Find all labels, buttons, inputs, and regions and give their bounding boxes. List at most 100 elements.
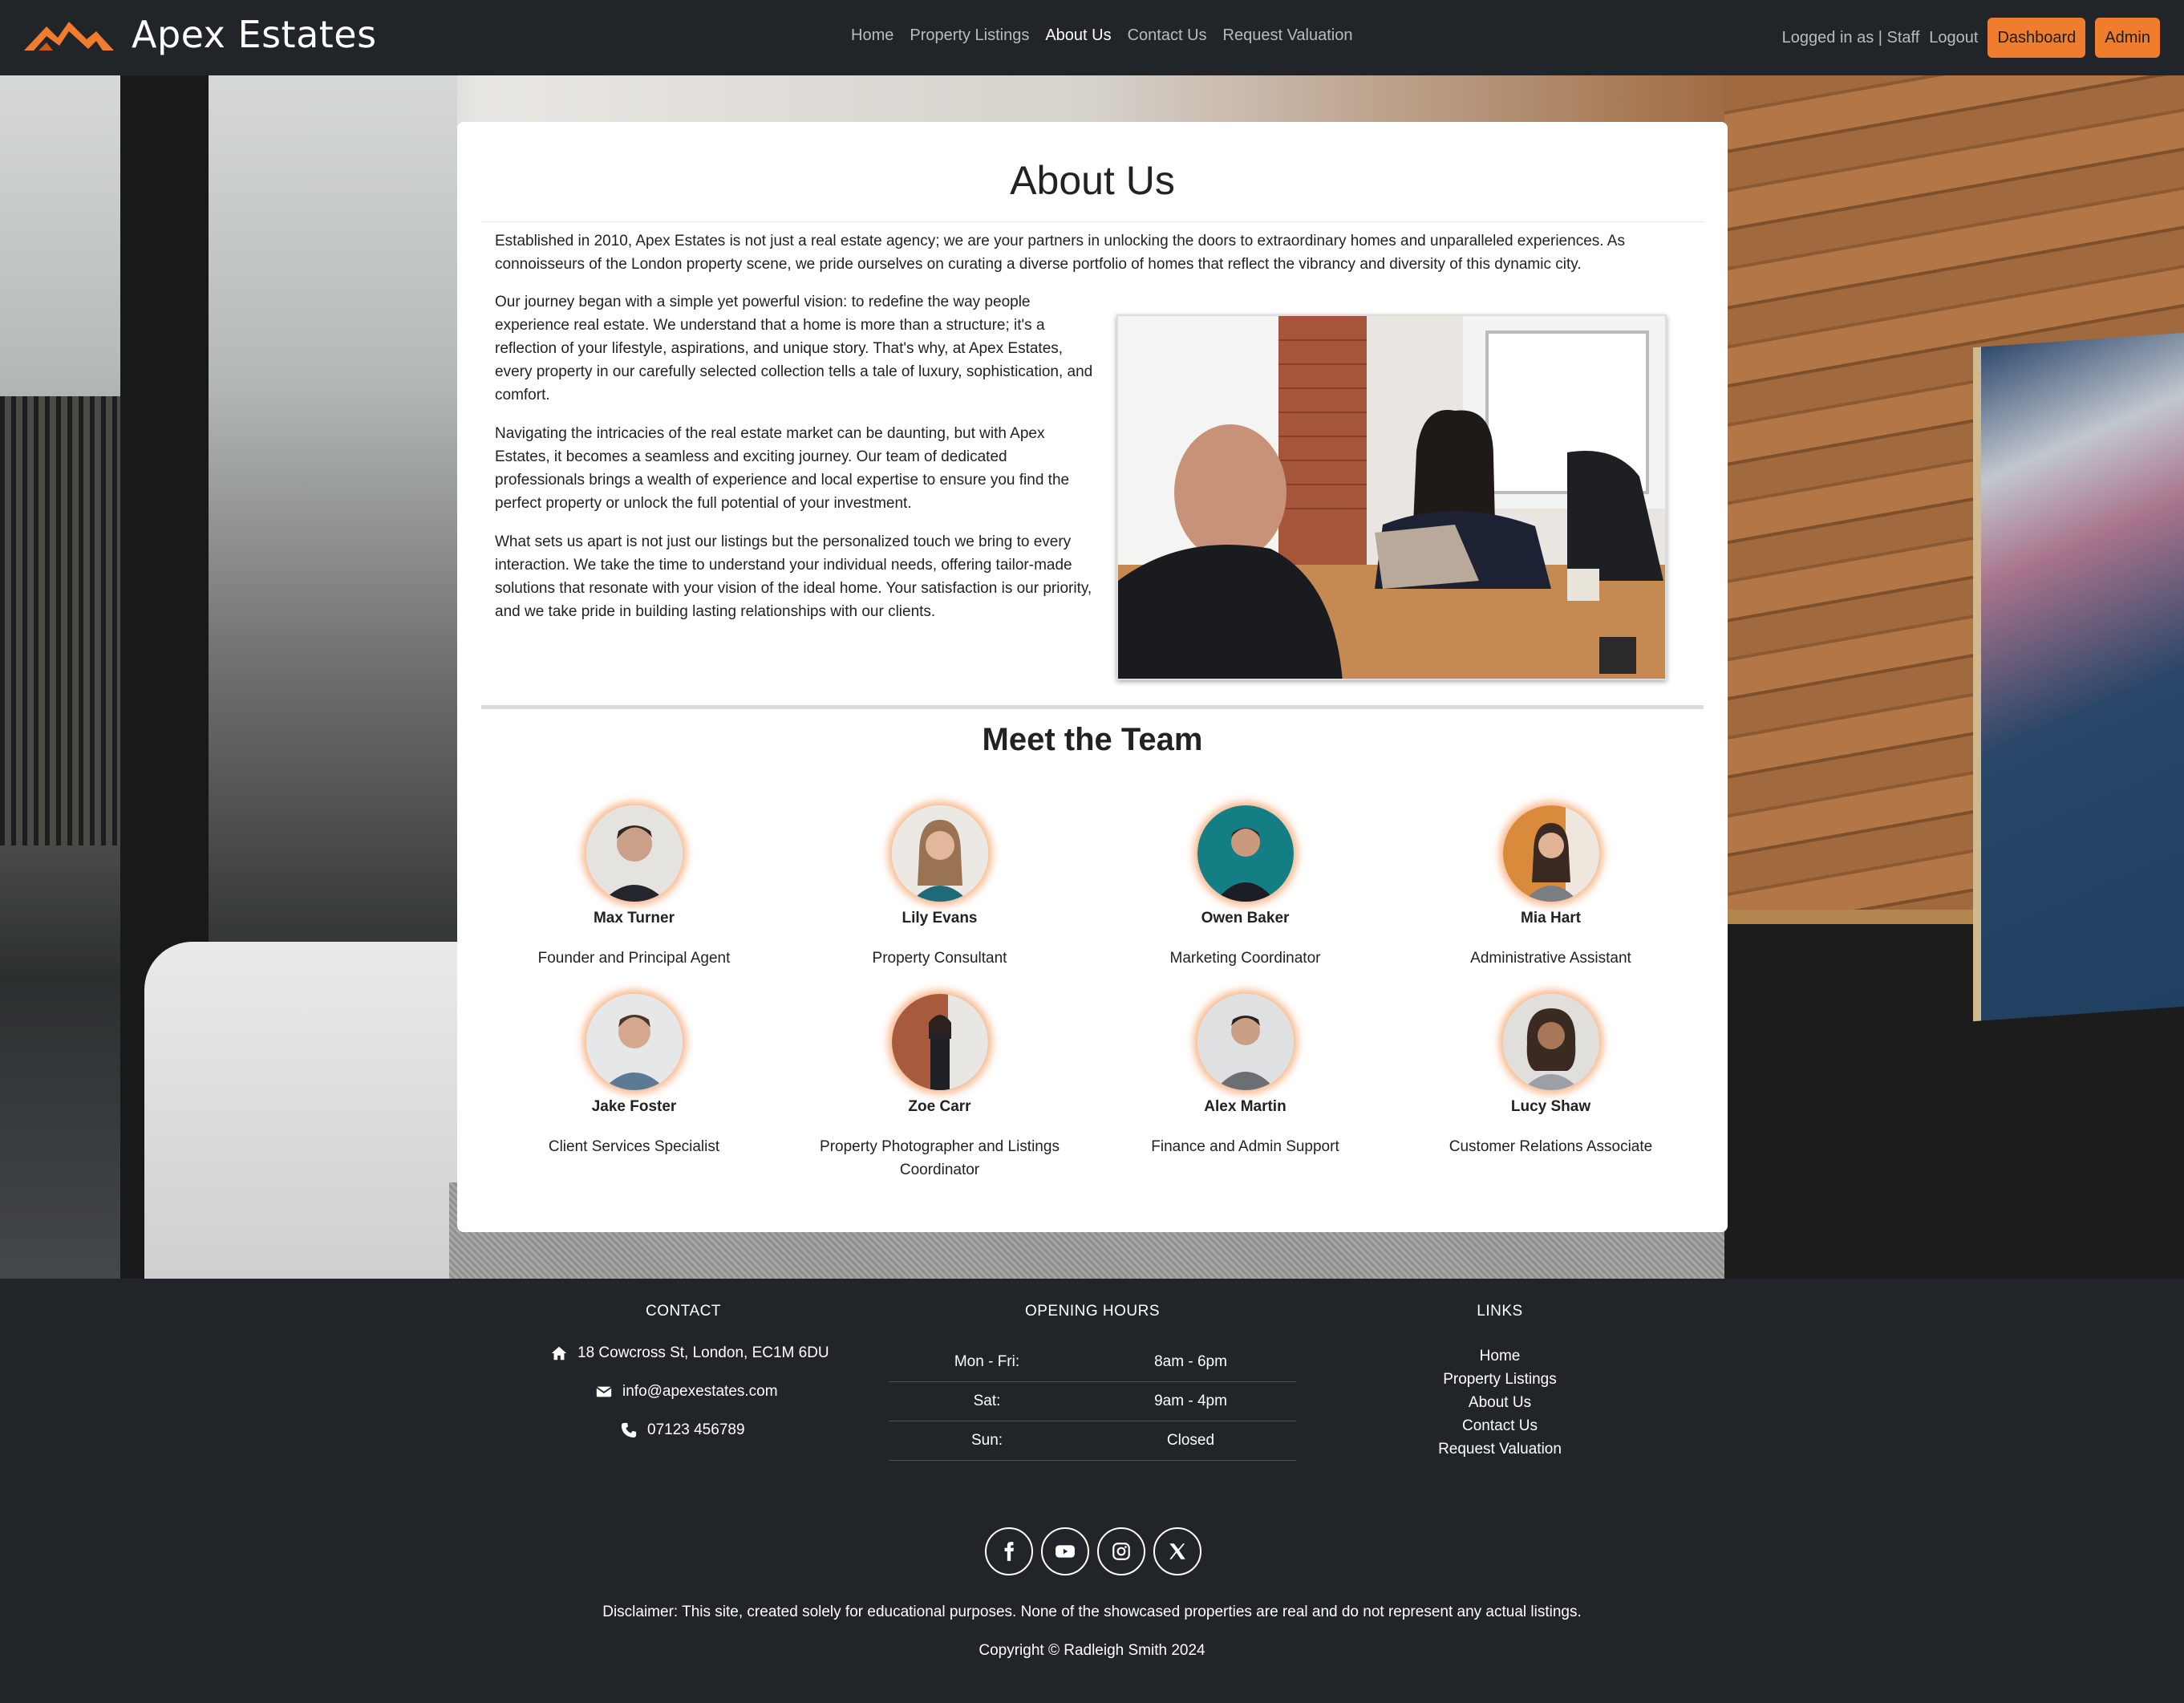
x-icon [1169, 1543, 1185, 1559]
member-name: Lucy Shaw [1510, 1098, 1591, 1115]
footer-links-heading: LINKS [1477, 1303, 1523, 1320]
member-role: Marketing Coordinator [1169, 950, 1321, 967]
footer-link-home[interactable]: Home [1339, 1344, 1660, 1368]
facebook-icon [1004, 1542, 1014, 1561]
team-avatar [1197, 994, 1294, 1090]
nav-about-us[interactable]: About Us [1045, 26, 1111, 45]
about-paragraph-1: Our journey began with a simple yet powe… [495, 294, 1093, 403]
footer-link-request-valuation[interactable]: Request Valuation [1339, 1437, 1660, 1461]
page-title: About Us [1010, 158, 1175, 203]
member-role: Administrative Assistant [1470, 950, 1631, 967]
footer-contact-heading: CONTACT [646, 1303, 721, 1320]
user-area: Logged in as | Staff Logout Dashboard Ad… [1782, 18, 2160, 58]
office-meeting-photo [1116, 314, 1667, 680]
hours-time: 9am - 4pm [1154, 1393, 1227, 1409]
phone-text: 07123 456789 [647, 1421, 745, 1438]
team-member-card: Mia Hart Administrative Assistant [1398, 805, 1704, 994]
team-grid: Max Turner Founder and Principal Agent L… [481, 805, 1704, 1182]
member-role: Property Photographer and Listings Coord… [820, 1138, 1060, 1178]
team-avatar [586, 994, 683, 1090]
nav-property-listings[interactable]: Property Listings [910, 26, 1029, 45]
bg-artwork [1973, 332, 2184, 1022]
home-icon [551, 1346, 567, 1360]
team-member-card: Lily Evans Property Consultant [787, 805, 1092, 994]
hours-row: Mon - Fri: 8am - 6pm [889, 1343, 1296, 1382]
footer-link-property-listings[interactable]: Property Listings [1339, 1368, 1660, 1391]
team-avatar [891, 805, 988, 902]
hours-day: Sat: [973, 1393, 1001, 1409]
member-name: Max Turner [593, 910, 675, 927]
logged-in-status: Logged in as | Staff [1781, 28, 1920, 47]
member-role: Customer Relations Associate [1449, 1138, 1653, 1155]
section-divider [481, 705, 1704, 709]
top-navbar: Apex Estates Home Property Listings Abou… [0, 0, 2184, 75]
divider [481, 221, 1704, 222]
youtube-button[interactable] [1041, 1527, 1089, 1575]
member-name: Owen Baker [1201, 910, 1290, 927]
admin-button[interactable]: Admin [2095, 18, 2160, 58]
x-button[interactable] [1153, 1527, 1201, 1575]
hours-time: Closed [1166, 1432, 1215, 1449]
disclaimer-text: Disclaimer: This site, created solely fo… [602, 1604, 1582, 1620]
footer-hours-heading: OPENING HOURS [1024, 1303, 1161, 1320]
hours-day: Sun: [970, 1432, 1003, 1449]
hours-time: 8am - 6pm [1154, 1353, 1227, 1370]
team-avatar [1502, 805, 1599, 902]
nav-contact-us[interactable]: Contact Us [1128, 26, 1207, 45]
address-text: 18 Cowcross St, London, EC1M 6DU [577, 1344, 829, 1361]
brand-name: Apex Estates [132, 13, 377, 56]
member-name: Jake Foster [591, 1098, 677, 1115]
team-title: Meet the Team [982, 722, 1203, 757]
member-role: Finance and Admin Support [1151, 1138, 1339, 1155]
member-name: Alex Martin [1204, 1098, 1286, 1115]
about-paragraph-2: Navigating the intricacies of the real e… [495, 425, 1070, 512]
site-footer: CONTACT 18 Cowcross St, London, EC1M 6DU… [0, 1279, 2184, 1703]
footer-phone[interactable]: 07123 456789 [620, 1421, 745, 1439]
member-name: Lily Evans [902, 910, 978, 927]
member-role: Client Services Specialist [548, 1138, 720, 1155]
footer-email[interactable]: info@apexestates.com [595, 1383, 778, 1401]
intro-paragraph: Established in 2010, Apex Estates is not… [495, 233, 1625, 273]
footer-address: 18 Cowcross St, London, EC1M 6DU [550, 1344, 829, 1362]
team-member-card: Jake Foster Client Services Specialist [481, 994, 787, 1182]
member-name: Zoe Carr [908, 1098, 971, 1115]
instagram-button[interactable] [1097, 1527, 1145, 1575]
nav-request-valuation[interactable]: Request Valuation [1223, 26, 1353, 45]
phone-icon [621, 1422, 637, 1438]
member-role: Founder and Principal Agent [537, 950, 731, 967]
facebook-button[interactable] [985, 1527, 1033, 1575]
social-links [985, 1527, 1201, 1575]
about-card: About Us Established in 2010, Apex Estat… [457, 122, 1728, 1232]
bg-slats [0, 396, 120, 845]
team-avatar [891, 994, 988, 1090]
envelope-icon [596, 1386, 612, 1397]
email-text: info@apexestates.com [622, 1383, 778, 1400]
member-name: Mia Hart [1521, 910, 1581, 927]
team-avatar [586, 805, 683, 902]
team-member-card: Max Turner Founder and Principal Agent [481, 805, 787, 994]
footer-link-contact-us[interactable]: Contact Us [1339, 1414, 1660, 1437]
youtube-icon [1056, 1545, 1075, 1558]
dashboard-button[interactable]: Dashboard [1987, 18, 2086, 58]
team-member-card: Zoe Carr Property Photographer and Listi… [787, 994, 1092, 1182]
about-paragraph-3: What sets us apart is not just our listi… [495, 533, 1092, 620]
logout-link[interactable]: Logout [1929, 29, 1978, 47]
instagram-icon [1112, 1543, 1130, 1560]
team-member-card: Owen Baker Marketing Coordinator [1092, 805, 1398, 994]
team-member-card: Alex Martin Finance and Admin Support [1092, 994, 1398, 1182]
member-role: Property Consultant [872, 950, 1007, 967]
mountain-logo-icon [24, 22, 114, 51]
copyright-text: Copyright © Radleigh Smith 2024 [979, 1642, 1205, 1659]
hours-row: Sat: 9am - 4pm [889, 1382, 1296, 1421]
hours-row: Sun: Closed [889, 1421, 1296, 1461]
footer-link-about-us[interactable]: About Us [1339, 1391, 1660, 1414]
team-avatar [1502, 994, 1599, 1090]
team-avatar [1197, 805, 1294, 902]
brand-logo[interactable]: Apex Estates [22, 13, 377, 56]
nav-home[interactable]: Home [851, 26, 893, 45]
footer-links: Home Property Listings About Us Contact … [1339, 1344, 1660, 1461]
hours-day: Mon - Fri: [954, 1353, 1020, 1370]
office-photo-drawing [1118, 316, 1665, 679]
team-member-card: Lucy Shaw Customer Relations Associate [1398, 994, 1704, 1182]
main-nav: Home Property Listings About Us Contact … [851, 26, 1353, 45]
